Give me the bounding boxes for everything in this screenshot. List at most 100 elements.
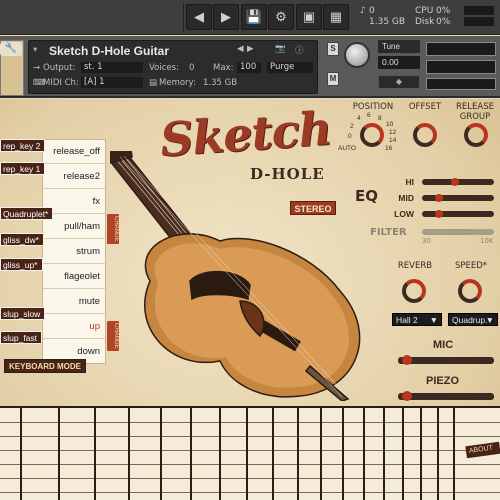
eq-mid-handle[interactable]	[434, 194, 443, 202]
fretboard-string	[0, 422, 500, 423]
gear-icon[interactable]: ⚙	[268, 4, 294, 30]
disk-value: 0%	[436, 17, 451, 27]
mic-handle[interactable]	[402, 355, 413, 365]
reverb-select[interactable]: Hall 2 ▼	[392, 313, 442, 326]
level-meter-right	[426, 60, 496, 74]
reverb-knob[interactable]	[402, 279, 426, 303]
voices-icon: ♪	[360, 6, 366, 16]
fretboard-fret	[246, 408, 248, 500]
articulation-up[interactable]: up	[43, 315, 107, 339]
chevron-down-icon: ▼	[429, 315, 438, 325]
fretboard-fret	[94, 408, 96, 500]
prev-instrument-icon[interactable]: ◀	[237, 44, 244, 54]
fretboard-string	[0, 464, 500, 465]
tune-value[interactable]: 0.00	[378, 56, 420, 69]
articulation-release2[interactable]: release2	[43, 165, 107, 189]
fretboard-string	[0, 436, 500, 437]
keyswitch-rep-key-1[interactable]: rep_key 1	[0, 162, 46, 175]
mic-slider[interactable]	[398, 355, 494, 365]
fretboard-string	[0, 492, 500, 493]
position-scale-10: 10	[386, 121, 394, 128]
eq-low-handle[interactable]	[434, 210, 443, 218]
midi-channel-select[interactable]: [A] 1	[81, 77, 143, 88]
tune-knob[interactable]	[344, 42, 370, 68]
collapse-icon[interactable]: ▾	[33, 45, 37, 55]
piezo-handle[interactable]	[402, 391, 413, 401]
keyswitch-gliss-dw[interactable]: gliss_dw*	[0, 233, 44, 246]
change-tag-lower[interactable]: CHANGE	[107, 321, 119, 351]
eq-hi-slider[interactable]	[422, 178, 494, 186]
keyswitch-rep-key-2[interactable]: rep_key 2	[0, 139, 46, 152]
filter-slider[interactable]	[422, 229, 494, 235]
change-tag-upper[interactable]: CHANGE	[107, 214, 119, 244]
chevron-down-icon: ▼	[485, 315, 494, 325]
reverb-label: REVERB	[397, 261, 433, 271]
position-scale-auto: AUTO	[338, 145, 356, 152]
max-voices-field[interactable]: 100	[237, 62, 261, 73]
volume-slider[interactable]	[426, 78, 496, 90]
voices-count: 0	[369, 6, 375, 16]
filter-label: FILTER	[370, 227, 407, 238]
articulation-strum[interactable]: strum	[43, 240, 107, 264]
fretboard-fret	[190, 408, 192, 500]
cpu-value: 0%	[436, 6, 451, 16]
status-block: ♪ 0 1.35 GB CPU 0% Disk 0%	[360, 4, 500, 30]
piezo-slider[interactable]	[398, 391, 494, 401]
eq-low-slider[interactable]	[422, 210, 494, 218]
filter-max-label: 10K	[480, 237, 494, 245]
pan-slider[interactable]: ◆	[378, 75, 420, 89]
fretboard-fret	[160, 408, 162, 500]
next-icon[interactable]: ▶	[213, 4, 239, 30]
voices-value: 0	[189, 63, 195, 73]
output-select[interactable]: st. 1	[81, 62, 143, 73]
fretboard-fret	[363, 408, 365, 500]
speed-label: SPEED*	[454, 261, 488, 271]
keyswitch-slup-fast[interactable]: slup_fast	[0, 331, 43, 344]
toolbar-divider	[183, 3, 184, 31]
articulation-flageolet[interactable]: flageolet	[43, 265, 107, 289]
voices-label: Voices:	[149, 63, 179, 73]
position-scale-8: 8	[378, 115, 382, 122]
eq-mid-slider[interactable]	[422, 194, 494, 202]
instrument-header: 🔧 ▾ Sketch D-Hole Guitar ◀ ▶ 📷 ⓘ → Outpu…	[0, 36, 500, 98]
eq-hi-handle[interactable]	[450, 178, 459, 186]
save-icon[interactable]: 💾	[241, 4, 267, 30]
keyswitch-gliss-up[interactable]: gliss_up*	[0, 258, 43, 271]
camera-icon[interactable]: 📷	[275, 44, 286, 54]
articulation-mute[interactable]: mute	[43, 290, 107, 314]
view-icon[interactable]: ▣	[296, 4, 322, 30]
instrument-name[interactable]: Sketch D-Hole Guitar	[49, 44, 169, 58]
next-instrument-icon[interactable]: ▶	[247, 44, 254, 54]
output-label: Output:	[43, 63, 76, 73]
fretboard-fret	[383, 408, 385, 500]
keyboard-mode-button[interactable]: KEYBOARD MODE	[4, 359, 87, 373]
level-meter-left	[426, 42, 496, 56]
wrench-icon[interactable]: 🔧	[0, 42, 22, 56]
memory-label: Memory:	[159, 78, 196, 88]
fretboard-fret	[272, 408, 274, 500]
disk-label: Disk	[415, 17, 435, 27]
fretboard-string	[0, 478, 500, 479]
mute-button[interactable]: M	[327, 72, 339, 86]
solo-button[interactable]: S	[327, 42, 339, 56]
info-icon[interactable]: ⓘ	[295, 44, 304, 56]
output-icon: →	[33, 63, 41, 73]
articulation-release-off[interactable]: release_off	[43, 140, 107, 164]
midi-label: MIDI Ch:	[43, 78, 79, 88]
position-scale-2: 2	[350, 123, 354, 130]
speed-knob[interactable]	[458, 279, 482, 303]
position-scale-14: 14	[389, 137, 397, 144]
purge-button[interactable]: Purge	[267, 62, 313, 73]
rack-icon[interactable]: ▦	[323, 4, 349, 30]
speed-select[interactable]: Quadrup. ▼	[448, 313, 498, 326]
position-label: POSITION	[352, 102, 394, 112]
prev-icon[interactable]: ◀	[186, 4, 212, 30]
keyswitch-quadruplet[interactable]: Quadruplet*	[0, 207, 54, 220]
fretboard-fret	[420, 408, 422, 500]
position-knob[interactable]	[360, 123, 384, 147]
fretboard-keyboard[interactable]	[0, 406, 500, 500]
keyswitch-slup-slow[interactable]: slup_slow	[0, 307, 46, 320]
tune-label: Tune	[378, 40, 420, 53]
release-group-knob[interactable]	[464, 123, 488, 147]
offset-knob[interactable]	[413, 123, 437, 147]
